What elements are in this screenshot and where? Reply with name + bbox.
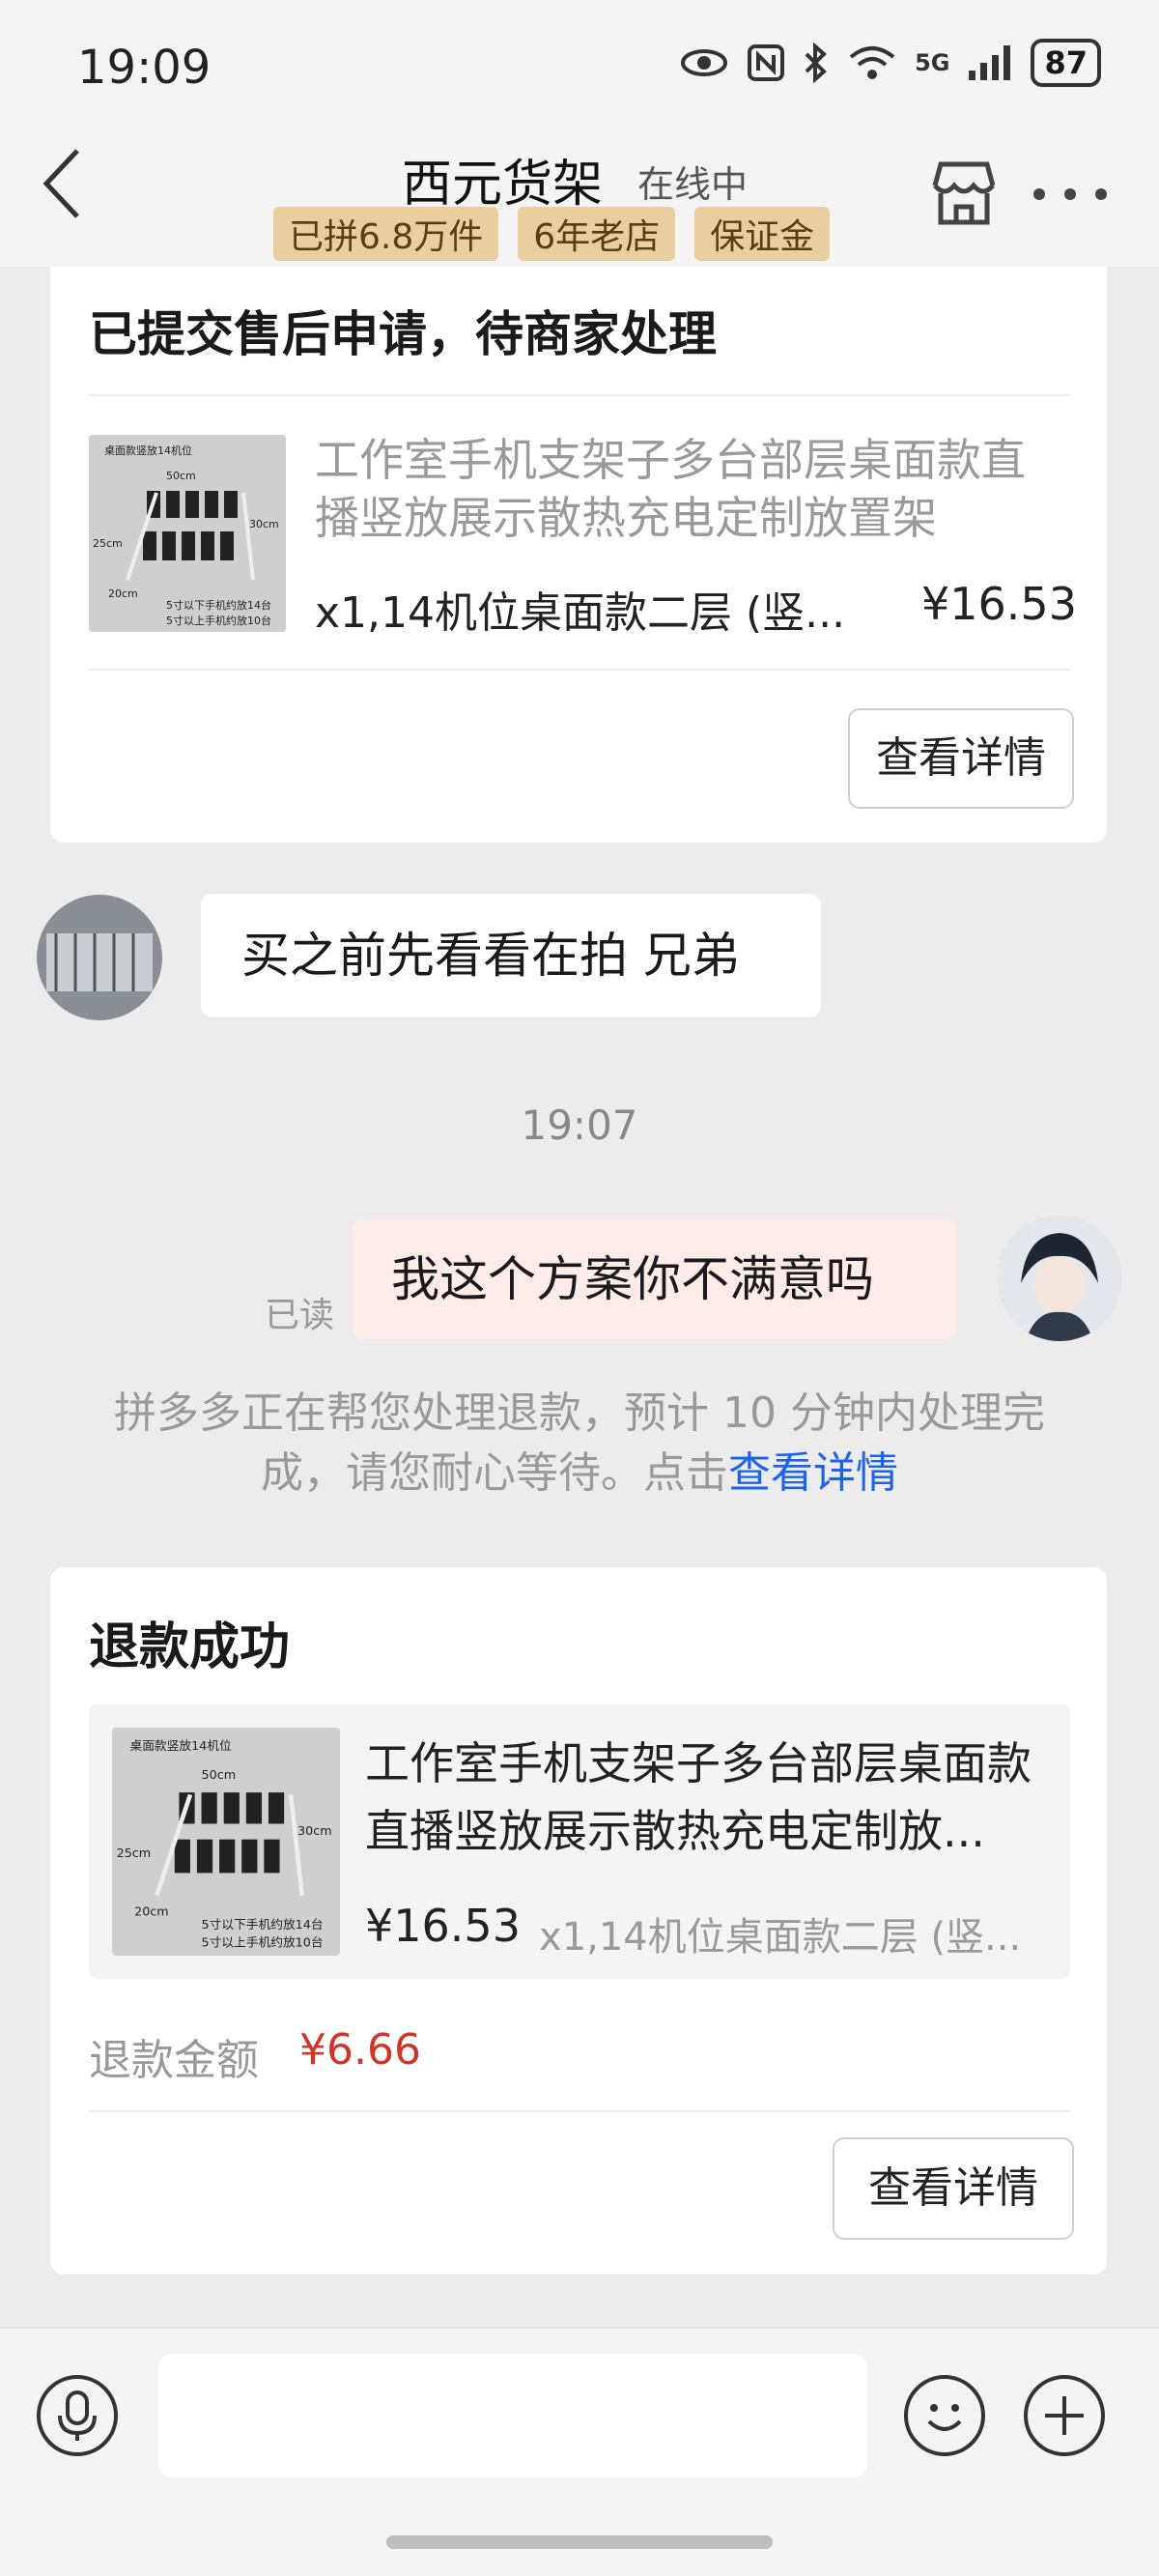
eye-icon bbox=[681, 49, 728, 76]
refund-amount-label: 退款金额 bbox=[89, 2036, 259, 2085]
tag-sales: 已拼6.8万件 bbox=[273, 207, 499, 261]
thumb-width: 50cm bbox=[202, 1767, 237, 1782]
shop-name[interactable]: 西元货架 bbox=[402, 143, 603, 215]
thumb-depth: 25cm bbox=[117, 1846, 152, 1860]
seller-avatar-image bbox=[37, 895, 162, 1020]
thumb-height: 30cm bbox=[249, 518, 279, 530]
battery-indicator: 87 bbox=[1031, 39, 1101, 87]
message-input[interactable] bbox=[158, 2354, 867, 2477]
home-indicator[interactable] bbox=[386, 2535, 773, 2549]
refund-product-thumbnail[interactable]: 桌面款竖放14机位 50cm 30cm 25cm 20cm 5寸以下手机约放14… bbox=[112, 1728, 340, 1956]
divider bbox=[89, 2110, 1070, 2112]
seller-message: 买之前先看看在拍 兄弟 bbox=[201, 894, 821, 1017]
voice-button[interactable] bbox=[37, 2375, 118, 2456]
thumb-width: 50cm bbox=[166, 470, 196, 482]
dot bbox=[1095, 188, 1107, 200]
thumb-depth: 25cm bbox=[93, 537, 123, 550]
product-image: 桌面款竖放14机位 50cm 30cm 25cm 20cm 5寸以下手机约放14… bbox=[89, 435, 286, 632]
bluetooth-icon bbox=[805, 43, 827, 83]
store-icon bbox=[932, 161, 996, 225]
refund-product-image: 桌面款竖放14机位 50cm 30cm 25cm 20cm 5寸以下手机约放14… bbox=[112, 1728, 340, 1956]
emoji-icon bbox=[927, 2404, 962, 2431]
signal-icon bbox=[969, 45, 1011, 80]
my-avatar[interactable] bbox=[997, 1216, 1122, 1341]
notice-text: 拼多多正在帮您处理退款，预计 10 分钟内处理完成，请您耐心等待。点击 bbox=[114, 1388, 1045, 1498]
notice-details-link[interactable]: 查看详情 bbox=[728, 1448, 898, 1498]
status-time: 19:09 bbox=[77, 41, 212, 95]
read-status: 已读 bbox=[265, 1296, 335, 1335]
add-button[interactable] bbox=[1024, 2375, 1105, 2456]
online-status: 在线中 bbox=[637, 163, 749, 206]
back-button[interactable] bbox=[39, 145, 85, 226]
thumb-note2: 5寸以上手机约放10台 bbox=[202, 1935, 324, 1950]
refund-product-title: 工作室手机支架子多台部层桌面款直播竖放展示散热充电定制放... bbox=[365, 1737, 1032, 1857]
dot bbox=[1033, 188, 1045, 200]
aftersale-title: 已提交售后申请，待商家处理 bbox=[89, 306, 717, 362]
refund-title: 退款成功 bbox=[89, 1618, 291, 1676]
thumb-depth2: 20cm bbox=[134, 1903, 169, 1918]
thumb-caption: 桌面款竖放14机位 bbox=[104, 444, 192, 457]
refund-product-price: ¥16.53 bbox=[365, 1900, 521, 1952]
store-button[interactable] bbox=[927, 157, 1001, 234]
shop-tags: 已拼6.8万件 6年老店 保证金 bbox=[273, 207, 831, 261]
view-details-button[interactable]: 查看详情 bbox=[848, 708, 1074, 809]
chevron-left-icon bbox=[42, 149, 79, 218]
timestamp: 19:07 bbox=[521, 1102, 638, 1149]
product-title[interactable]: 工作室手机支架子多台部层桌面款直播竖放展示散热充电定制放置架 bbox=[315, 431, 1068, 547]
emoji-button[interactable] bbox=[904, 2375, 985, 2456]
thumb-note1: 5寸以下手机约放14台 bbox=[202, 1917, 324, 1932]
thumb-note2: 5寸以上手机约放10台 bbox=[166, 614, 271, 627]
my-message: 我这个方案你不满意吗 bbox=[353, 1219, 957, 1339]
thumb-height: 30cm bbox=[297, 1823, 332, 1838]
thumb-caption: 桌面款竖放14机位 bbox=[130, 1738, 232, 1753]
product-thumbnail[interactable]: 桌面款竖放14机位 50cm 30cm 25cm 20cm 5寸以下手机约放14… bbox=[89, 435, 286, 632]
plus-icon bbox=[1045, 2396, 1084, 2435]
more-button[interactable] bbox=[1033, 188, 1107, 200]
divider bbox=[89, 669, 1070, 671]
wifi-icon bbox=[849, 46, 895, 79]
nfc-icon bbox=[748, 44, 785, 81]
thumb-depth2: 20cm bbox=[108, 587, 138, 600]
refund-amount: ¥6.66 bbox=[299, 2025, 421, 2075]
dot bbox=[1064, 188, 1076, 200]
microphone-icon bbox=[58, 2390, 97, 2441]
status-icons: 5G 87 bbox=[679, 39, 1101, 87]
thumb-note1: 5寸以下手机约放14台 bbox=[166, 598, 271, 612]
refund-product-spec: x1,14机位桌面款二层 (竖... bbox=[539, 1915, 1022, 1960]
tag-deposit: 保证金 bbox=[694, 207, 831, 261]
seller-avatar[interactable] bbox=[37, 895, 162, 1020]
tag-shop-age: 6年老店 bbox=[518, 207, 676, 261]
product-spec: x1,14机位桌面款二层 (竖... bbox=[315, 588, 846, 638]
my-avatar-image bbox=[997, 1216, 1122, 1341]
refund-view-details-button[interactable]: 查看详情 bbox=[833, 2137, 1074, 2240]
refund-notice: 拼多多正在帮您处理退款，预计 10 分钟内处理完成，请您耐心等待。点击查看详情 bbox=[97, 1384, 1062, 1503]
signal-label: 5G bbox=[915, 49, 950, 76]
product-price: ¥16.53 bbox=[921, 578, 1077, 630]
divider bbox=[89, 394, 1070, 396]
